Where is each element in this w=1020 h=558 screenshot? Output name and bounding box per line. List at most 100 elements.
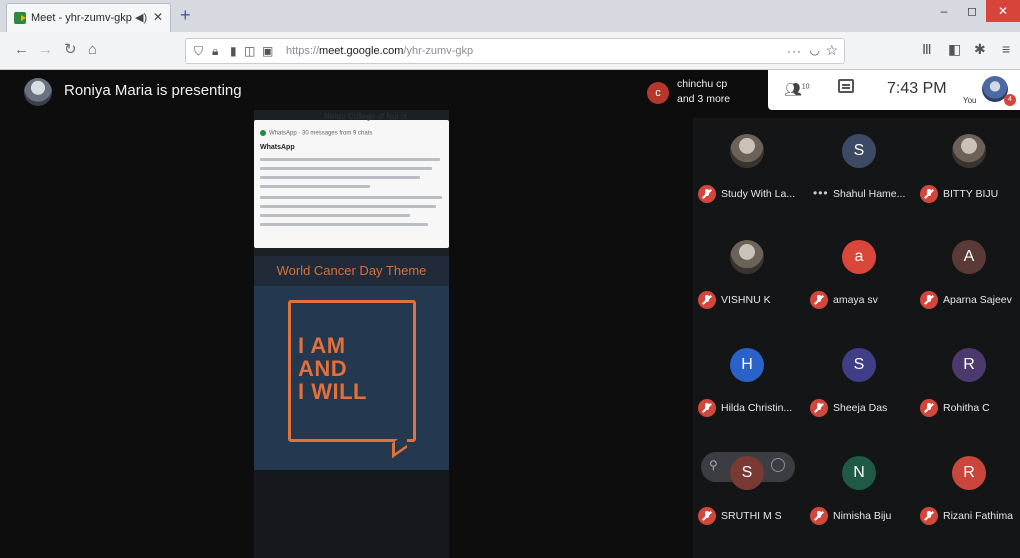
slide-header: Nehru College of Nul ol [324,112,407,121]
participant-photo [730,240,764,274]
window-close-button[interactable]: ✕ [986,0,1020,22]
mic-off-icon [698,185,716,203]
chat-card-name: WhatsApp [260,144,295,151]
browser-tab[interactable]: Meet - yhr-zumv-gkp ◀) ✕ [6,3,171,32]
menu-icon[interactable]: ≡ [1002,41,1010,57]
camera-permission-icon[interactable]: ◫ [244,44,255,58]
chat-notification[interactable]: c chinchu cp and 3 more [643,76,763,110]
poster-line: I AM [298,333,346,358]
participant-avatar: N [842,456,876,490]
self-label: You [963,96,977,105]
forward-icon[interactable]: → [38,42,53,58]
browser-nav-bar: ← → ↻ ⌂ ⛉ 🔒︎ ▮ ◫ ▣ https://meet.google.c… [0,32,1020,70]
chat-sender-name: chinchu cp [677,78,728,90]
meeting-top-controls: 👥︎10 7:43 PM You 4 [768,70,1020,110]
screen-share-icon[interactable]: ▣ [262,44,273,58]
participant-avatar: S [842,134,876,168]
mic-off-icon [920,185,938,203]
bookmark-star-icon[interactable]: ☆ [825,42,838,59]
chat-text-line [260,176,420,179]
whatsapp-icon [260,130,266,136]
remove-icon[interactable] [771,458,785,472]
mic-off-icon [698,507,716,525]
chat-icon[interactable] [838,79,854,93]
participant-tile[interactable]: A Aparna Sajeev [915,224,1020,328]
participant-name: Hilda Christin... [721,402,793,414]
participant-tile[interactable]: R Rohitha C [915,332,1020,436]
participant-tile[interactable]: H Hilda Christin... [693,332,801,436]
participant-tile[interactable]: S Sheeja Das [805,332,913,436]
tab-title: Meet - yhr-zumv-gkp [31,12,132,24]
speaker-icon[interactable]: ◀) [135,11,147,24]
extension-icon[interactable]: ✱ [974,41,986,58]
window-controls: – ◻ ✕ [930,0,1020,26]
participant-avatar: S [842,348,876,382]
participant-tile[interactable]: R Rizani Fathima [915,440,1020,544]
participant-tile[interactable]: ⚲ S SRUTHI M S [693,440,801,544]
people-icon[interactable]: 👥︎10 [784,81,810,98]
participant-name: Shahul Hame... [833,188,906,200]
mic-off-icon [698,399,716,417]
chat-text-line [260,158,440,161]
mic-off-icon [810,291,828,309]
library-icon[interactable]: Ⅲ [922,41,932,58]
home-icon[interactable]: ⌂ [88,42,97,58]
participant-photo [730,134,764,168]
participant-tile[interactable]: S ••• Shahul Hame... [805,118,913,222]
participant-avatar: R [952,456,986,490]
lock-icon[interactable]: 🔒︎ [212,44,218,59]
participant-photo [952,134,986,168]
chat-text-line [260,223,428,226]
maximize-button[interactable]: ◻ [958,0,986,22]
chat-card-meta: WhatsApp · 30 messages from 9 chats [260,130,372,137]
participant-name: SRUTHI M S [721,510,782,522]
chat-text-line [260,196,442,199]
pin-icon[interactable]: ⚲ [709,458,718,472]
shared-screen: Nehru College of Nul ol WhatsApp · 30 me… [254,110,449,558]
sidebar-icon[interactable]: ◧ [948,41,961,58]
presenting-banner: Roniya Maria is presenting [64,82,242,99]
notification-badge: 4 [1004,94,1016,106]
whatsapp-screenshot: Nehru College of Nul ol WhatsApp · 30 me… [254,112,449,248]
back-icon[interactable]: ← [14,42,29,58]
participant-name: VISHNU K [721,294,771,306]
participant-name: BITTY BIJU [943,188,999,200]
page-actions-button[interactable]: ··· [787,44,802,58]
new-tab-button[interactable]: + [180,5,191,25]
poster-line: AND [298,356,348,381]
mic-off-icon [920,399,938,417]
participant-name: Rohitha C [943,402,990,414]
address-bar[interactable]: ⛉ 🔒︎ ▮ ◫ ▣ https://meet.google.com/yhr-z… [185,38,845,64]
chat-text-line [260,167,432,170]
participant-tile[interactable]: VISHNU K [693,224,801,328]
chat-more-count: and 3 more [677,93,731,105]
participant-avatar: H [730,348,764,382]
participant-tile[interactable]: BITTY BIJU [915,118,1020,222]
participant-name: Nimisha Biju [833,510,892,522]
url-text: https://meet.google.com/yhr-zumv-gkp [286,45,474,57]
mic-off-icon [920,291,938,309]
participant-name: Sheeja Das [833,402,888,414]
presenter-avatar [24,78,52,106]
participant-tile[interactable]: N Nimisha Biju [805,440,913,544]
tab-close-button[interactable]: ✕ [153,10,163,24]
browser-tab-bar: Meet - yhr-zumv-gkp ◀) ✕ + – ◻ ✕ [0,0,1020,32]
poster-line: I WILL [298,379,367,404]
pocket-icon[interactable]: ◡ [810,43,820,57]
shield-icon[interactable]: ⛉ [194,44,203,59]
meet-stage: Roniya Maria is presenting c chinchu cp … [0,70,1020,558]
chat-sender-avatar: c [647,82,669,104]
mic-off-icon [698,291,716,309]
reload-icon[interactable]: ↻ [64,42,77,58]
participant-tile[interactable]: Study With La... [693,118,801,222]
participant-name: Rizani Fathima [943,510,1014,522]
more-options-icon[interactable]: ••• [813,186,829,200]
chat-text-line [260,185,370,188]
participant-tile[interactable]: a amaya sv [805,224,913,328]
slide-theme-title: World Cancer Day Theme [254,256,449,286]
participant-avatar: S [730,456,764,490]
participant-name: Study With La... [721,188,796,200]
chat-text-line [260,205,436,208]
minimize-button[interactable]: – [930,0,958,22]
microphone-icon[interactable]: ▮ [230,44,237,58]
